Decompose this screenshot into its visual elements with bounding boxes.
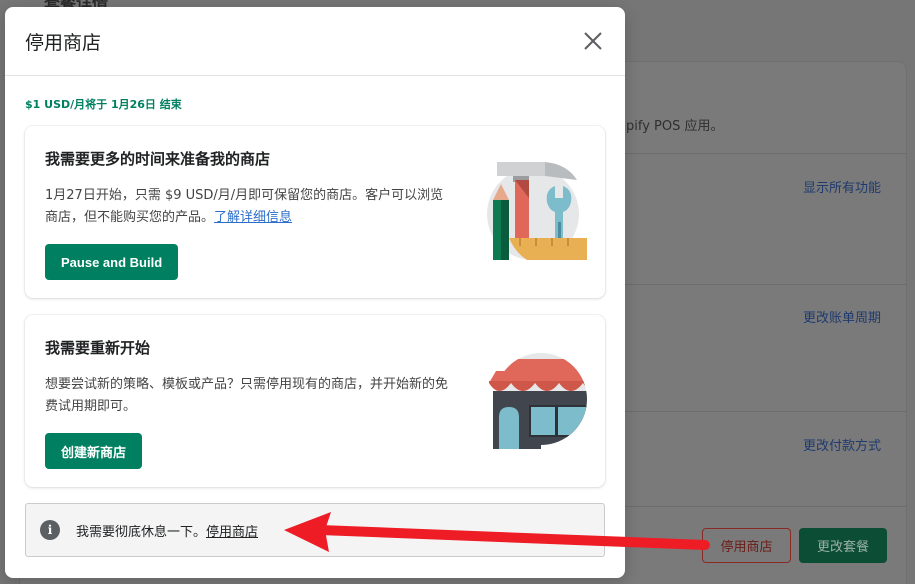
learn-more-link[interactable]: 了解详细信息 xyxy=(214,210,292,225)
info-icon: i xyxy=(40,520,60,540)
deactivate-store-modal: 停用商店 $1 USD/月将于 1月26日 结束 我需要更多的时间来准备我的商店… xyxy=(5,7,625,578)
background-pos-text: pify POS 应用。 xyxy=(626,119,724,134)
tools-icon xyxy=(487,162,587,262)
storefront-icon xyxy=(487,351,587,451)
change-billing-cycle-link[interactable]: 更改账单周期 xyxy=(803,307,881,326)
price-end-note: $1 USD/月将于 1月26日 结束 xyxy=(25,98,182,111)
deactivate-store-banner: i 我需要彻底休息一下。 停用商店 xyxy=(25,503,605,557)
modal-header: 停用商店 xyxy=(5,7,625,76)
modal-body: $1 USD/月将于 1月26日 结束 我需要更多的时间来准备我的商店 1月27… xyxy=(5,76,625,557)
show-all-features-link[interactable]: 显示所有功能 xyxy=(803,177,881,196)
banner-text: 我需要彻底休息一下。 xyxy=(76,524,207,540)
option-card-start-over: 我需要重新开始 想要尝试新的策略、模板或产品？只需停用现有的商店，并开始新的免费… xyxy=(25,315,605,487)
create-new-store-button[interactable]: 创建新商店 xyxy=(45,433,143,469)
option-description: 1月27日开始，只需 $9 USD/月/月即可保留您的商店。客户可以浏览商店，但… xyxy=(45,185,455,229)
pause-and-build-button[interactable]: Pause and Build xyxy=(45,244,179,280)
deactivate-store-link[interactable]: 停用商店 xyxy=(206,521,258,540)
background-deactivate-store-button[interactable]: 停用商店 xyxy=(702,528,791,563)
change-payment-method-link[interactable]: 更改付款方式 xyxy=(803,435,881,454)
close-button[interactable] xyxy=(581,29,605,53)
background-change-plan-button[interactable]: 更改套餐 xyxy=(799,528,887,563)
modal-title: 停用商店 xyxy=(25,31,102,54)
close-icon xyxy=(584,32,602,50)
option-card-pause-and-build: 我需要更多的时间来准备我的商店 1月27日开始，只需 $9 USD/月/月即可保… xyxy=(25,126,605,298)
option-description: 想要尝试新的策略、模板或产品？只需停用现有的商店，并开始新的免费试用期即可。 xyxy=(45,377,449,414)
